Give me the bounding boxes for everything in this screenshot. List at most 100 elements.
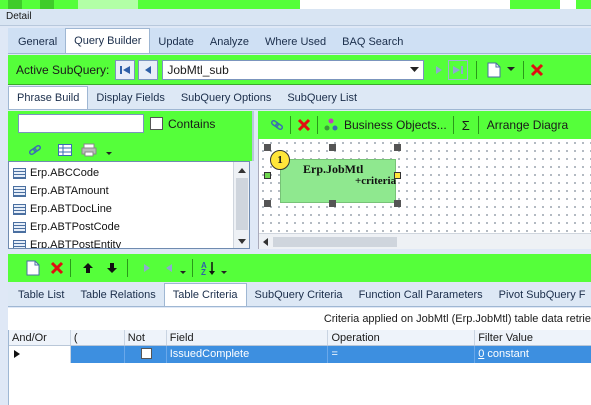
- list-item[interactable]: Erp.ABCCode: [11, 164, 233, 182]
- list-item[interactable]: Erp.ABTDocLine: [11, 200, 233, 218]
- table-search-input[interactable]: [18, 114, 144, 133]
- cell-operation[interactable]: =: [328, 346, 476, 363]
- contains-checkbox[interactable]: [150, 117, 163, 130]
- criteria-grid: And/Or ( Not Field Operation Filter Valu…: [8, 330, 591, 405]
- move-up-icon[interactable]: [79, 259, 97, 277]
- tab-update[interactable]: Update: [150, 31, 201, 53]
- not-checkbox[interactable]: [140, 348, 152, 359]
- diagram-toolbar: Business Objects... Σ Arrange Diagra: [258, 111, 591, 139]
- prev-record-icon[interactable]: [138, 59, 159, 80]
- chevron-down-icon[interactable]: [180, 271, 186, 275]
- selection-handle[interactable]: [394, 200, 401, 207]
- active-subquery-label: Active SubQuery:: [16, 62, 110, 77]
- cell-paren[interactable]: [70, 346, 125, 363]
- node-subtitle: +criteria: [355, 175, 397, 187]
- tab-table-list[interactable]: Table List: [10, 284, 72, 306]
- first-record-icon[interactable]: [115, 59, 136, 80]
- new-document-icon[interactable]: [24, 259, 42, 277]
- tab-subquery-list[interactable]: SubQuery List: [279, 87, 365, 109]
- tab-general[interactable]: General: [10, 31, 65, 53]
- new-document-icon[interactable]: [485, 61, 503, 79]
- tab-table-criteria[interactable]: Table Criteria: [163, 283, 247, 306]
- delete-icon[interactable]: [295, 116, 313, 134]
- selection-handle[interactable]: [329, 200, 336, 207]
- cell-not[interactable]: [124, 346, 167, 363]
- col-header-operation[interactable]: Operation: [328, 330, 476, 345]
- business-objects-icon[interactable]: [322, 116, 340, 134]
- list-item[interactable]: Erp.ABTPostCode: [11, 218, 233, 236]
- scroll-up-icon[interactable]: [235, 166, 249, 176]
- tab-subquery-criteria[interactable]: SubQuery Criteria: [247, 284, 351, 306]
- scroll-thumb[interactable]: [236, 178, 248, 230]
- tab-where-used[interactable]: Where Used: [257, 31, 334, 53]
- sort-az-icon[interactable]: AZ: [199, 259, 217, 277]
- subquery-tab-bar: Phrase Build Display Fields SubQuery Opt…: [8, 86, 591, 110]
- print-icon[interactable]: [80, 141, 98, 159]
- chevron-down-icon: [410, 66, 420, 72]
- tab-query-builder[interactable]: Query Builder: [65, 28, 151, 53]
- prev-icon[interactable]: [160, 259, 178, 277]
- tab-table-relations[interactable]: Table Relations: [72, 284, 163, 306]
- cell-field[interactable]: IssuedComplete: [166, 346, 329, 363]
- delete-icon[interactable]: [528, 61, 546, 79]
- top-toolbar: [0, 0, 591, 9]
- list-item[interactable]: Erp.ABTAmount: [11, 182, 233, 200]
- tab-display-fields[interactable]: Display Fields: [88, 87, 172, 109]
- filter-value-link[interactable]: 0: [478, 348, 484, 360]
- scroll-thumb[interactable]: [273, 237, 397, 247]
- selection-handle[interactable]: [264, 172, 271, 179]
- selection-handle[interactable]: [264, 144, 271, 151]
- table-row[interactable]: IssuedComplete = 0 constant: [9, 346, 591, 363]
- selection-handle[interactable]: [394, 144, 401, 151]
- subquery-selected-value: JobMtl_sub: [167, 62, 229, 77]
- table-icon: [13, 167, 26, 179]
- chevron-down-icon[interactable]: [507, 67, 516, 72]
- next-record-icon[interactable]: [430, 61, 448, 79]
- diagram-hscrollbar[interactable]: [259, 233, 591, 249]
- delete-icon[interactable]: [48, 259, 66, 277]
- tab-function-call-parameters[interactable]: Function Call Parameters: [351, 284, 491, 306]
- last-record-icon[interactable]: [448, 59, 469, 80]
- tab-analyze[interactable]: Analyze: [202, 31, 257, 53]
- arrange-diagram-button[interactable]: Arrange Diagra: [487, 118, 568, 132]
- col-header-not[interactable]: Not: [125, 330, 167, 345]
- criteria-info-text: Criteria applied on JobMtl (Erp.JobMtl) …: [323, 313, 591, 325]
- table-grid-icon[interactable]: [56, 141, 74, 159]
- scroll-down-icon[interactable]: [235, 236, 249, 246]
- cell-filter-value[interactable]: 0 constant: [475, 346, 591, 363]
- selection-handle[interactable]: [394, 172, 401, 179]
- sigma-icon[interactable]: Σ: [462, 118, 470, 133]
- selection-handle[interactable]: [329, 144, 336, 151]
- move-down-icon[interactable]: [103, 259, 121, 277]
- col-header-paren[interactable]: (: [71, 330, 125, 345]
- tab-phrase-build[interactable]: Phrase Build: [8, 86, 89, 109]
- diagram-node[interactable]: 1 Erp.JobMtl +criteria: [270, 150, 397, 203]
- tab-baq-search[interactable]: BAQ Search: [334, 31, 411, 53]
- link-icon[interactable]: [26, 141, 44, 159]
- next-icon[interactable]: [138, 259, 156, 277]
- scroll-left-icon[interactable]: [261, 235, 271, 249]
- subquery-bar: Active SubQuery: JobMtl_sub: [8, 55, 591, 85]
- row-selector[interactable]: [9, 346, 71, 363]
- row-pointer-icon: [14, 350, 20, 358]
- business-objects-button[interactable]: Business Objects...: [344, 118, 447, 132]
- list-item[interactable]: Erp.ABTPostEntity: [11, 236, 233, 248]
- filter-value-type: constant: [487, 348, 529, 360]
- chevron-down-icon[interactable]: [106, 152, 112, 156]
- link-icon[interactable]: [268, 116, 286, 134]
- col-header-filter-value[interactable]: Filter Value: [475, 330, 591, 345]
- contains-label: Contains: [168, 117, 216, 131]
- col-header-andor[interactable]: And/Or: [9, 330, 71, 345]
- chevron-down-icon[interactable]: [221, 271, 227, 275]
- selection-handle[interactable]: [264, 200, 271, 207]
- table-search-panel: Contains: [8, 111, 254, 161]
- col-header-field[interactable]: Field: [167, 330, 329, 345]
- subquery-select[interactable]: JobMtl_sub: [162, 59, 425, 80]
- section-title: Detail: [0, 9, 591, 26]
- table-list-scrollbar[interactable]: [233, 162, 249, 248]
- diagram-canvas[interactable]: 1 Erp.JobMtl +criteria: [258, 139, 591, 249]
- criteria-toolbar: AZ: [8, 254, 591, 282]
- tab-subquery-options[interactable]: SubQuery Options: [173, 87, 280, 109]
- tab-pivot-subquery[interactable]: Pivot SubQuery F: [491, 284, 591, 306]
- criteria-info: Criteria applied on JobMtl (Erp.JobMtl) …: [8, 308, 591, 330]
